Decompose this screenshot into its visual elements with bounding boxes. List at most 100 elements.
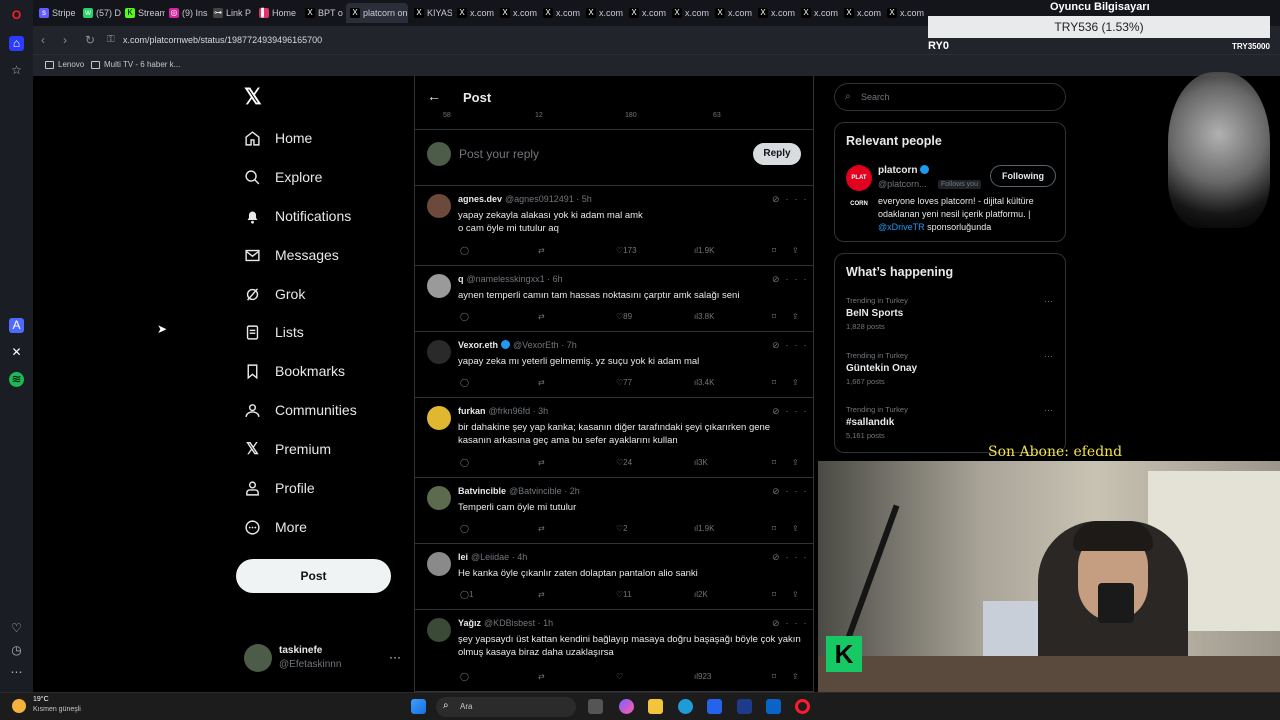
- weather-sun-icon[interactable]: [12, 699, 26, 713]
- like-icon[interactable]: ♡ 11: [616, 590, 631, 599]
- like-icon[interactable]: ♡: [616, 672, 623, 681]
- grok-icon[interactable]: ⊘: [772, 406, 786, 416]
- retweet-icon[interactable]: ⇄: [538, 458, 545, 467]
- tweet[interactable]: Yağız @KDBisbest · 1h ⊘··· şey yapsaydı üst…: [415, 610, 813, 692]
- bookmark-icon[interactable]: ⌑: [772, 524, 776, 533]
- tab[interactable]: w (57) D: [79, 3, 121, 23]
- tweet[interactable]: Batvincible @Batvincible · 2h ⊘··· Temperli…: [415, 478, 813, 544]
- reply-icon[interactable]: ◯: [460, 524, 469, 533]
- post-button[interactable]: Post: [236, 559, 391, 593]
- share-icon[interactable]: ⇪: [792, 378, 799, 387]
- reply-button[interactable]: Reply: [753, 143, 801, 165]
- back-arrow-icon[interactable]: ←: [427, 88, 441, 104]
- home-icon[interactable]: ⌂: [9, 36, 24, 51]
- bookmark-icon[interactable]: ⌑: [772, 590, 776, 599]
- tweet[interactable]: lei @Leiidae · 4h ⊘··· He kanka öyle çıkanl…: [415, 544, 813, 610]
- nav-profile[interactable]: Profile: [244, 476, 315, 500]
- avatar[interactable]: [427, 618, 451, 642]
- edge-icon[interactable]: [678, 699, 693, 714]
- tweet-author[interactable]: Vexor.eth: [458, 340, 498, 350]
- lenovo-vantage-icon[interactable]: [737, 699, 752, 714]
- tweet[interactable]: agnes.dev @agnes0912491 · 5h ⊘··· yapay zek…: [415, 186, 813, 266]
- tab[interactable]: K Stream: [121, 3, 165, 23]
- nav-notifications[interactable]: Notifications: [244, 204, 351, 228]
- following-button[interactable]: Following: [990, 165, 1056, 187]
- tweet-author[interactable]: Batvincible: [458, 486, 506, 496]
- reply-count[interactable]: 58: [443, 112, 451, 119]
- tweet[interactable]: q @namelesskingxx1 · 6h ⊘··· aynen temperli…: [415, 266, 813, 332]
- tweet-author[interactable]: Yağız: [458, 618, 481, 628]
- views-icon[interactable]: ıl 3.8K: [694, 312, 714, 321]
- url-field[interactable]: x.com/platcornweb/status/198772493949616…: [123, 35, 322, 45]
- bio-link[interactable]: @xDriveTR: [878, 222, 925, 232]
- bookmark-icon[interactable]: ⌑: [772, 378, 776, 387]
- tab-active[interactable]: Xplatcorn on: [346, 3, 408, 23]
- bookmark-item[interactable]: Lenovo: [45, 60, 84, 69]
- retweet-icon[interactable]: ⇄: [538, 312, 545, 321]
- ellipsis-icon[interactable]: ···: [786, 486, 813, 496]
- tab[interactable]: ▌ Home: [255, 3, 301, 23]
- trend-item[interactable]: Trending in Turkey BeIN Sports 1,828 pos…: [846, 296, 1056, 331]
- ellipsis-icon[interactable]: ···: [786, 274, 813, 284]
- views-icon[interactable]: ıl 923: [694, 672, 711, 681]
- tab[interactable]: Xx.com: [453, 3, 495, 23]
- tab[interactable]: Xx.com: [711, 3, 753, 23]
- share-icon[interactable]: ⇪: [792, 672, 799, 681]
- task-view-icon[interactable]: [588, 699, 603, 714]
- avatar[interactable]: [427, 194, 451, 218]
- avatar[interactable]: [427, 552, 451, 576]
- like-icon[interactable]: ♡ 173: [616, 246, 637, 255]
- ellipsis-icon[interactable]: ···: [1044, 296, 1053, 306]
- avatar[interactable]: [427, 274, 451, 298]
- spotify-icon[interactable]: ≋: [9, 372, 24, 387]
- trend-item[interactable]: Trending in Turkey Güntekin Onay 1,667 p…: [846, 351, 1056, 386]
- tweet[interactable]: furkan @frkn96fd · 3h ⊘··· bir dahakine şey…: [415, 398, 813, 478]
- tab[interactable]: X BPT o: [301, 3, 345, 23]
- tab[interactable]: Xx.com: [539, 3, 581, 23]
- tab[interactable]: Xx.com: [668, 3, 710, 23]
- nav-premium[interactable]: 𝕏 Premium: [244, 437, 331, 461]
- forward-icon[interactable]: ›: [63, 33, 67, 47]
- like-icon[interactable]: ♡ 89: [616, 312, 632, 321]
- ellipsis-icon[interactable]: ···: [786, 406, 813, 416]
- ellipsis-icon[interactable]: ···: [1044, 351, 1053, 361]
- reply-icon[interactable]: ◯: [460, 458, 469, 467]
- grok-icon[interactable]: ⊘: [772, 552, 786, 562]
- ellipsis-icon[interactable]: ···: [786, 194, 813, 204]
- ellipsis-icon[interactable]: ···: [786, 340, 813, 350]
- file-explorer-icon[interactable]: [648, 699, 663, 714]
- tweet[interactable]: Vexor.eth @VexorEth · 7h ⊘··· yapay zeka mı…: [415, 332, 813, 398]
- aria-icon[interactable]: A: [9, 318, 24, 333]
- like-icon[interactable]: ♡ 24: [616, 458, 632, 467]
- reply-icon[interactable]: ◯ 1: [460, 590, 473, 599]
- taskbar-search[interactable]: ⌕ Ara: [436, 697, 576, 717]
- trend-item[interactable]: Trending in Turkey #sallandık 5,161 post…: [846, 405, 1056, 440]
- avatar[interactable]: [427, 486, 451, 510]
- like-icon[interactable]: ♡ 2: [616, 524, 628, 533]
- tab[interactable]: Xx.com: [496, 3, 538, 23]
- ellipsis-icon[interactable]: ···: [786, 552, 813, 562]
- nav-more[interactable]: More: [244, 515, 307, 539]
- nav-home[interactable]: Home: [244, 126, 312, 150]
- nav-communities[interactable]: Communities: [244, 398, 357, 422]
- tab[interactable]: Xx.com: [625, 3, 667, 23]
- share-icon[interactable]: ⇪: [792, 524, 799, 533]
- tab[interactable]: Xx.com: [582, 3, 624, 23]
- copilot-icon[interactable]: [619, 699, 634, 714]
- share-icon[interactable]: ⇪: [792, 590, 799, 599]
- opera-taskbar-icon[interactable]: [795, 699, 810, 714]
- avatar[interactable]: PLAT CORN: [846, 165, 872, 207]
- tweet-author[interactable]: furkan: [458, 406, 486, 416]
- tab[interactable]: Xx.com: [797, 3, 839, 23]
- person-name[interactable]: platcorn: [878, 165, 930, 176]
- reply-icon[interactable]: ◯: [460, 378, 469, 387]
- bookmark-item[interactable]: Multi TV - 6 haber k...: [91, 60, 180, 69]
- grok-icon[interactable]: ⊘: [772, 274, 786, 284]
- grok-icon[interactable]: ⊘: [772, 486, 786, 496]
- heart-icon[interactable]: ♡: [9, 621, 24, 636]
- retweet-icon[interactable]: ⇄: [538, 524, 545, 533]
- back-icon[interactable]: ‹: [41, 33, 45, 47]
- ellipsis-icon[interactable]: ···: [389, 650, 401, 664]
- like-count[interactable]: 180: [625, 112, 637, 119]
- account-switcher[interactable]: taskinefe @Efetaskinnn ···: [244, 642, 404, 674]
